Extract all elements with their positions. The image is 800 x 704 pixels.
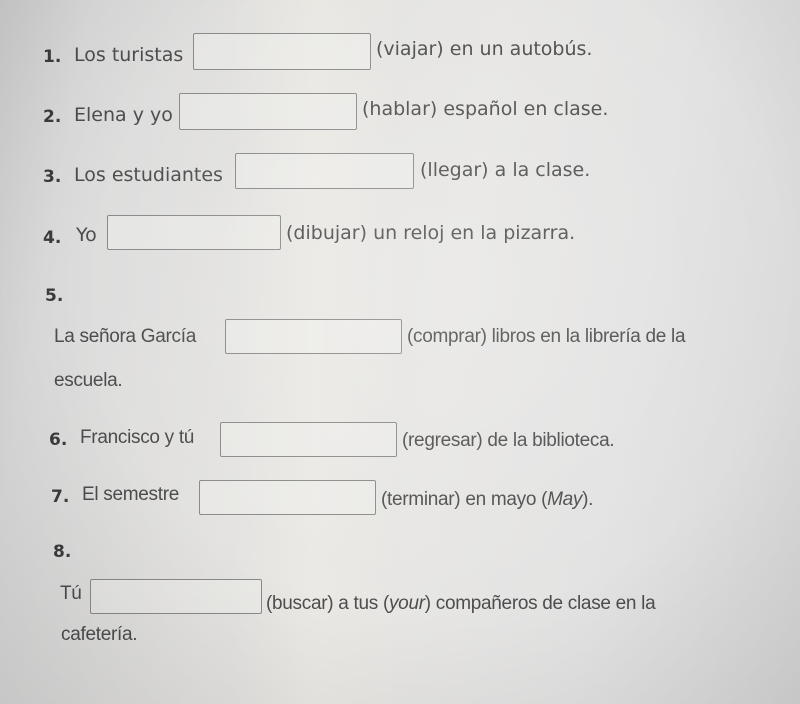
- item-rest: libros en la librería de la: [491, 326, 686, 347]
- item-subject: Francisco y tú: [80, 427, 195, 448]
- verb-hint: (terminar): [381, 489, 461, 510]
- item-rest: de la biblioteca.: [487, 430, 615, 451]
- item-rest-end: ).: [582, 489, 594, 510]
- item-rest: español en clase.: [443, 98, 609, 120]
- verb-hint: (comprar): [407, 326, 487, 347]
- item-subject: Elena y yo: [74, 104, 173, 126]
- item-rest: un reloj en la pizarra.: [373, 222, 576, 244]
- answer-input-2[interactable]: [179, 93, 357, 130]
- answer-input-5[interactable]: [225, 319, 402, 354]
- item-number: 6.: [49, 430, 68, 450]
- item-number: 4.: [43, 228, 62, 248]
- verb-hint: (hablar): [362, 98, 438, 120]
- item-rest: a tus (: [338, 593, 389, 614]
- item-rest-italic: your: [388, 593, 425, 614]
- item-number: 1.: [43, 47, 62, 67]
- item-continuation: cafetería.: [61, 624, 138, 645]
- item-subject: El semestre: [82, 484, 180, 505]
- answer-input-4[interactable]: [107, 215, 281, 250]
- item-rest: en mayo (: [465, 489, 548, 510]
- answer-input-8[interactable]: [90, 579, 262, 614]
- item-subject: Yo: [76, 224, 97, 246]
- verb-hint: (buscar): [266, 593, 334, 614]
- item-rest: en un autobús.: [449, 38, 593, 60]
- item-number: 7.: [51, 487, 70, 507]
- verb-hint: (llegar): [420, 159, 489, 181]
- item-rest-end: ) compañeros de clase en la: [424, 593, 656, 614]
- answer-input-6[interactable]: [220, 422, 397, 457]
- item-continuation: escuela.: [54, 370, 123, 391]
- verb-hint: (regresar): [402, 430, 483, 451]
- item-number: 3.: [43, 167, 62, 187]
- item-number: 2.: [43, 107, 62, 127]
- answer-input-3[interactable]: [235, 153, 414, 189]
- item-subject: La señora García: [54, 326, 197, 347]
- answer-input-1[interactable]: [193, 33, 371, 70]
- answer-input-7[interactable]: [199, 480, 376, 515]
- item-rest: a la clase.: [494, 159, 591, 181]
- item-subject: Los turistas: [74, 44, 184, 66]
- item-subject: Tú: [60, 583, 82, 604]
- item-number: 8.: [53, 542, 72, 562]
- verb-hint: (viajar): [376, 38, 444, 60]
- item-rest-italic: May: [547, 489, 583, 510]
- item-subject: Los estudiantes: [74, 164, 223, 186]
- verb-hint: (dibujar): [286, 222, 368, 244]
- item-number: 5.: [45, 286, 64, 306]
